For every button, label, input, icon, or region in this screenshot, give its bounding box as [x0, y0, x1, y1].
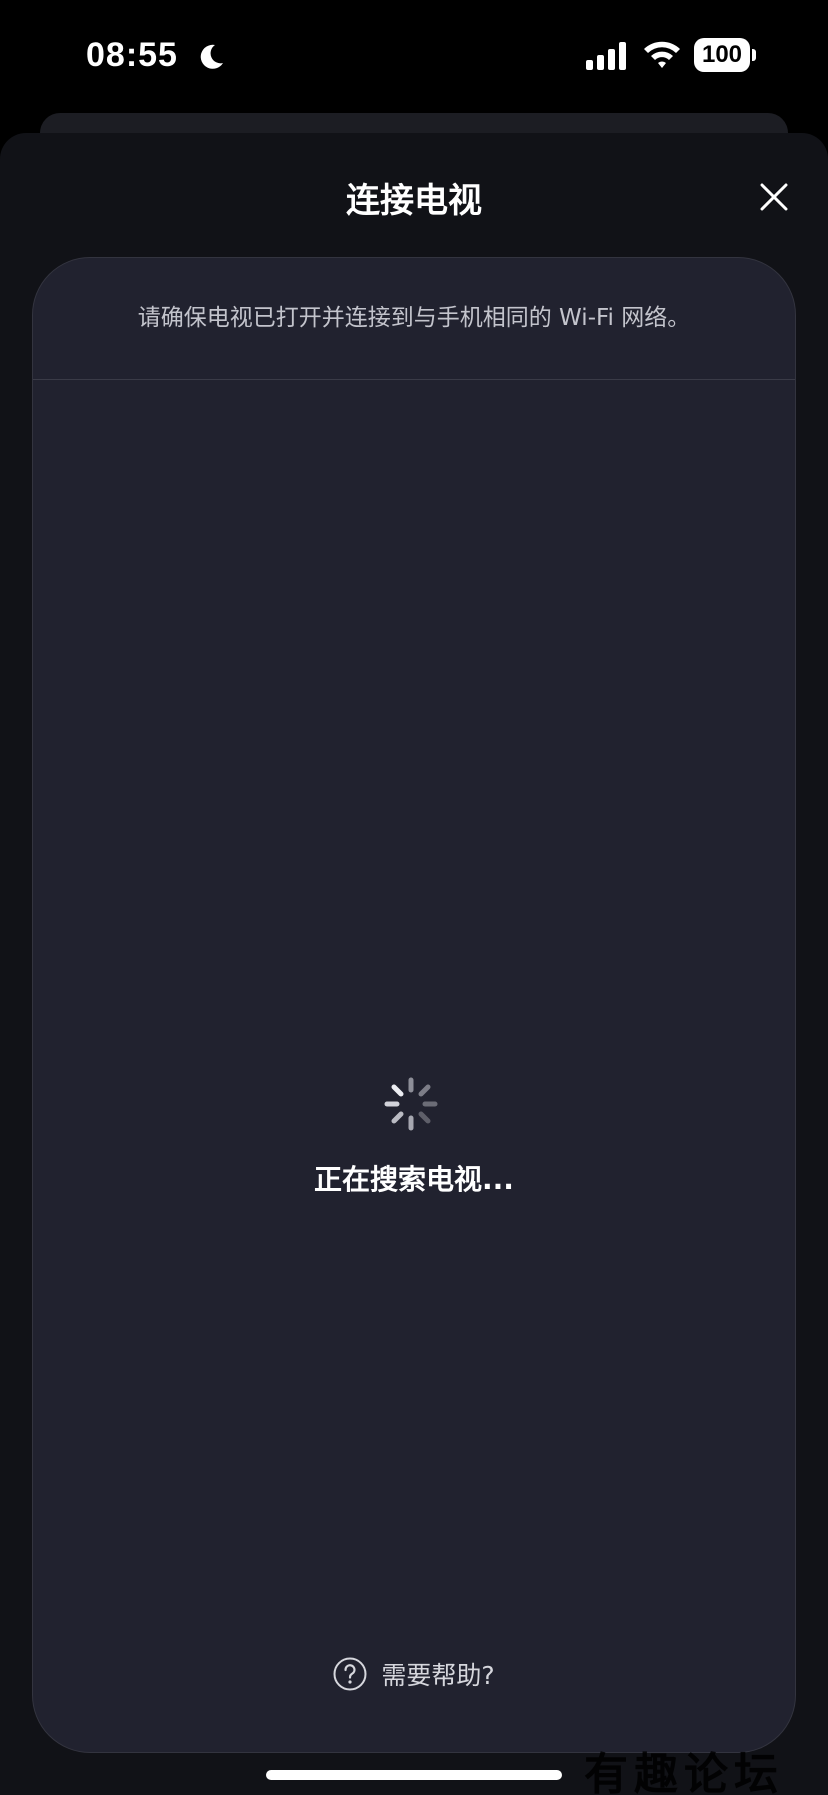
sheet-title: 连接电视: [346, 181, 482, 221]
wifi-icon: [644, 41, 680, 68]
signal-icon: [586, 42, 626, 70]
watermark: 有趣论坛: [584, 1749, 784, 1795]
close-icon[interactable]: [752, 175, 796, 219]
wifi-hint: 请确保电视已打开并连接到与手机相同的 Wi-Fi 网络。: [33, 258, 795, 380]
home-indicator[interactable]: [266, 1770, 562, 1780]
screen: 08:55 100 连接电视 请确保电视已打开并连接到与手机相同的 Wi-Fi …: [0, 0, 828, 1795]
status-bar: 08:55 100: [0, 0, 828, 110]
battery-tip: [752, 49, 756, 61]
tv-search-card: 请确保电视已打开并连接到与手机相同的 Wi-Fi 网络。 正在搜索电视...: [32, 257, 796, 1753]
connect-tv-sheet: 连接电视 请确保电视已打开并连接到与手机相同的 Wi-Fi 网络。 正在搜索电视…: [0, 133, 828, 1795]
searching-status-text: 正在搜索电视...: [314, 1163, 514, 1196]
battery-icon: 100: [694, 38, 756, 72]
help-label: 需要帮助?: [381, 1661, 495, 1690]
help-button[interactable]: 需要帮助?: [0, 1654, 828, 1694]
battery-level: 100: [701, 41, 743, 68]
status-time: 08:55: [86, 36, 178, 74]
loading-spinner-icon: [384, 1077, 438, 1131]
moon-icon: [200, 44, 223, 69]
question-circle-icon: [333, 1657, 367, 1691]
